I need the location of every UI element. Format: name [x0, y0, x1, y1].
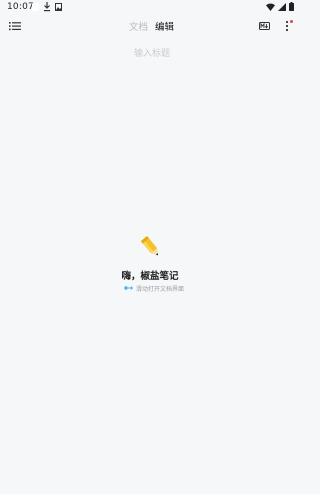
status-bar: 10:07: [0, 0, 300, 16]
download-icon: [44, 2, 50, 12]
status-time: 10:07: [7, 2, 34, 12]
signal-icon: [278, 3, 286, 11]
wifi-icon: [266, 3, 275, 11]
battery-icon: [289, 2, 294, 11]
swipe-hint: 滑动打开文档界面: [124, 283, 184, 293]
swipe-icon: [124, 286, 133, 290]
title-input[interactable]: [90, 45, 214, 63]
toolbar: 文档 编辑: [0, 16, 300, 36]
notification-badge: [290, 20, 293, 23]
hint-text: 滑动打开文档界面: [136, 285, 185, 293]
welcome-heading: 嗨，椒盐笔记: [121, 271, 179, 282]
notification-icon: [32, 3, 39, 11]
pencil-icon: [140, 236, 159, 256]
tab-edit[interactable]: 编辑: [155, 19, 174, 33]
markdown-preview-icon[interactable]: [259, 22, 270, 30]
image-icon: [55, 3, 62, 11]
tab-document[interactable]: 文档: [129, 19, 148, 33]
editor-screen: 10:07 文档 编辑 输入标题 嗨，椒盐笔记 滑动打开文档界面: [0, 0, 300, 494]
list-menu-icon[interactable]: [9, 21, 21, 31]
